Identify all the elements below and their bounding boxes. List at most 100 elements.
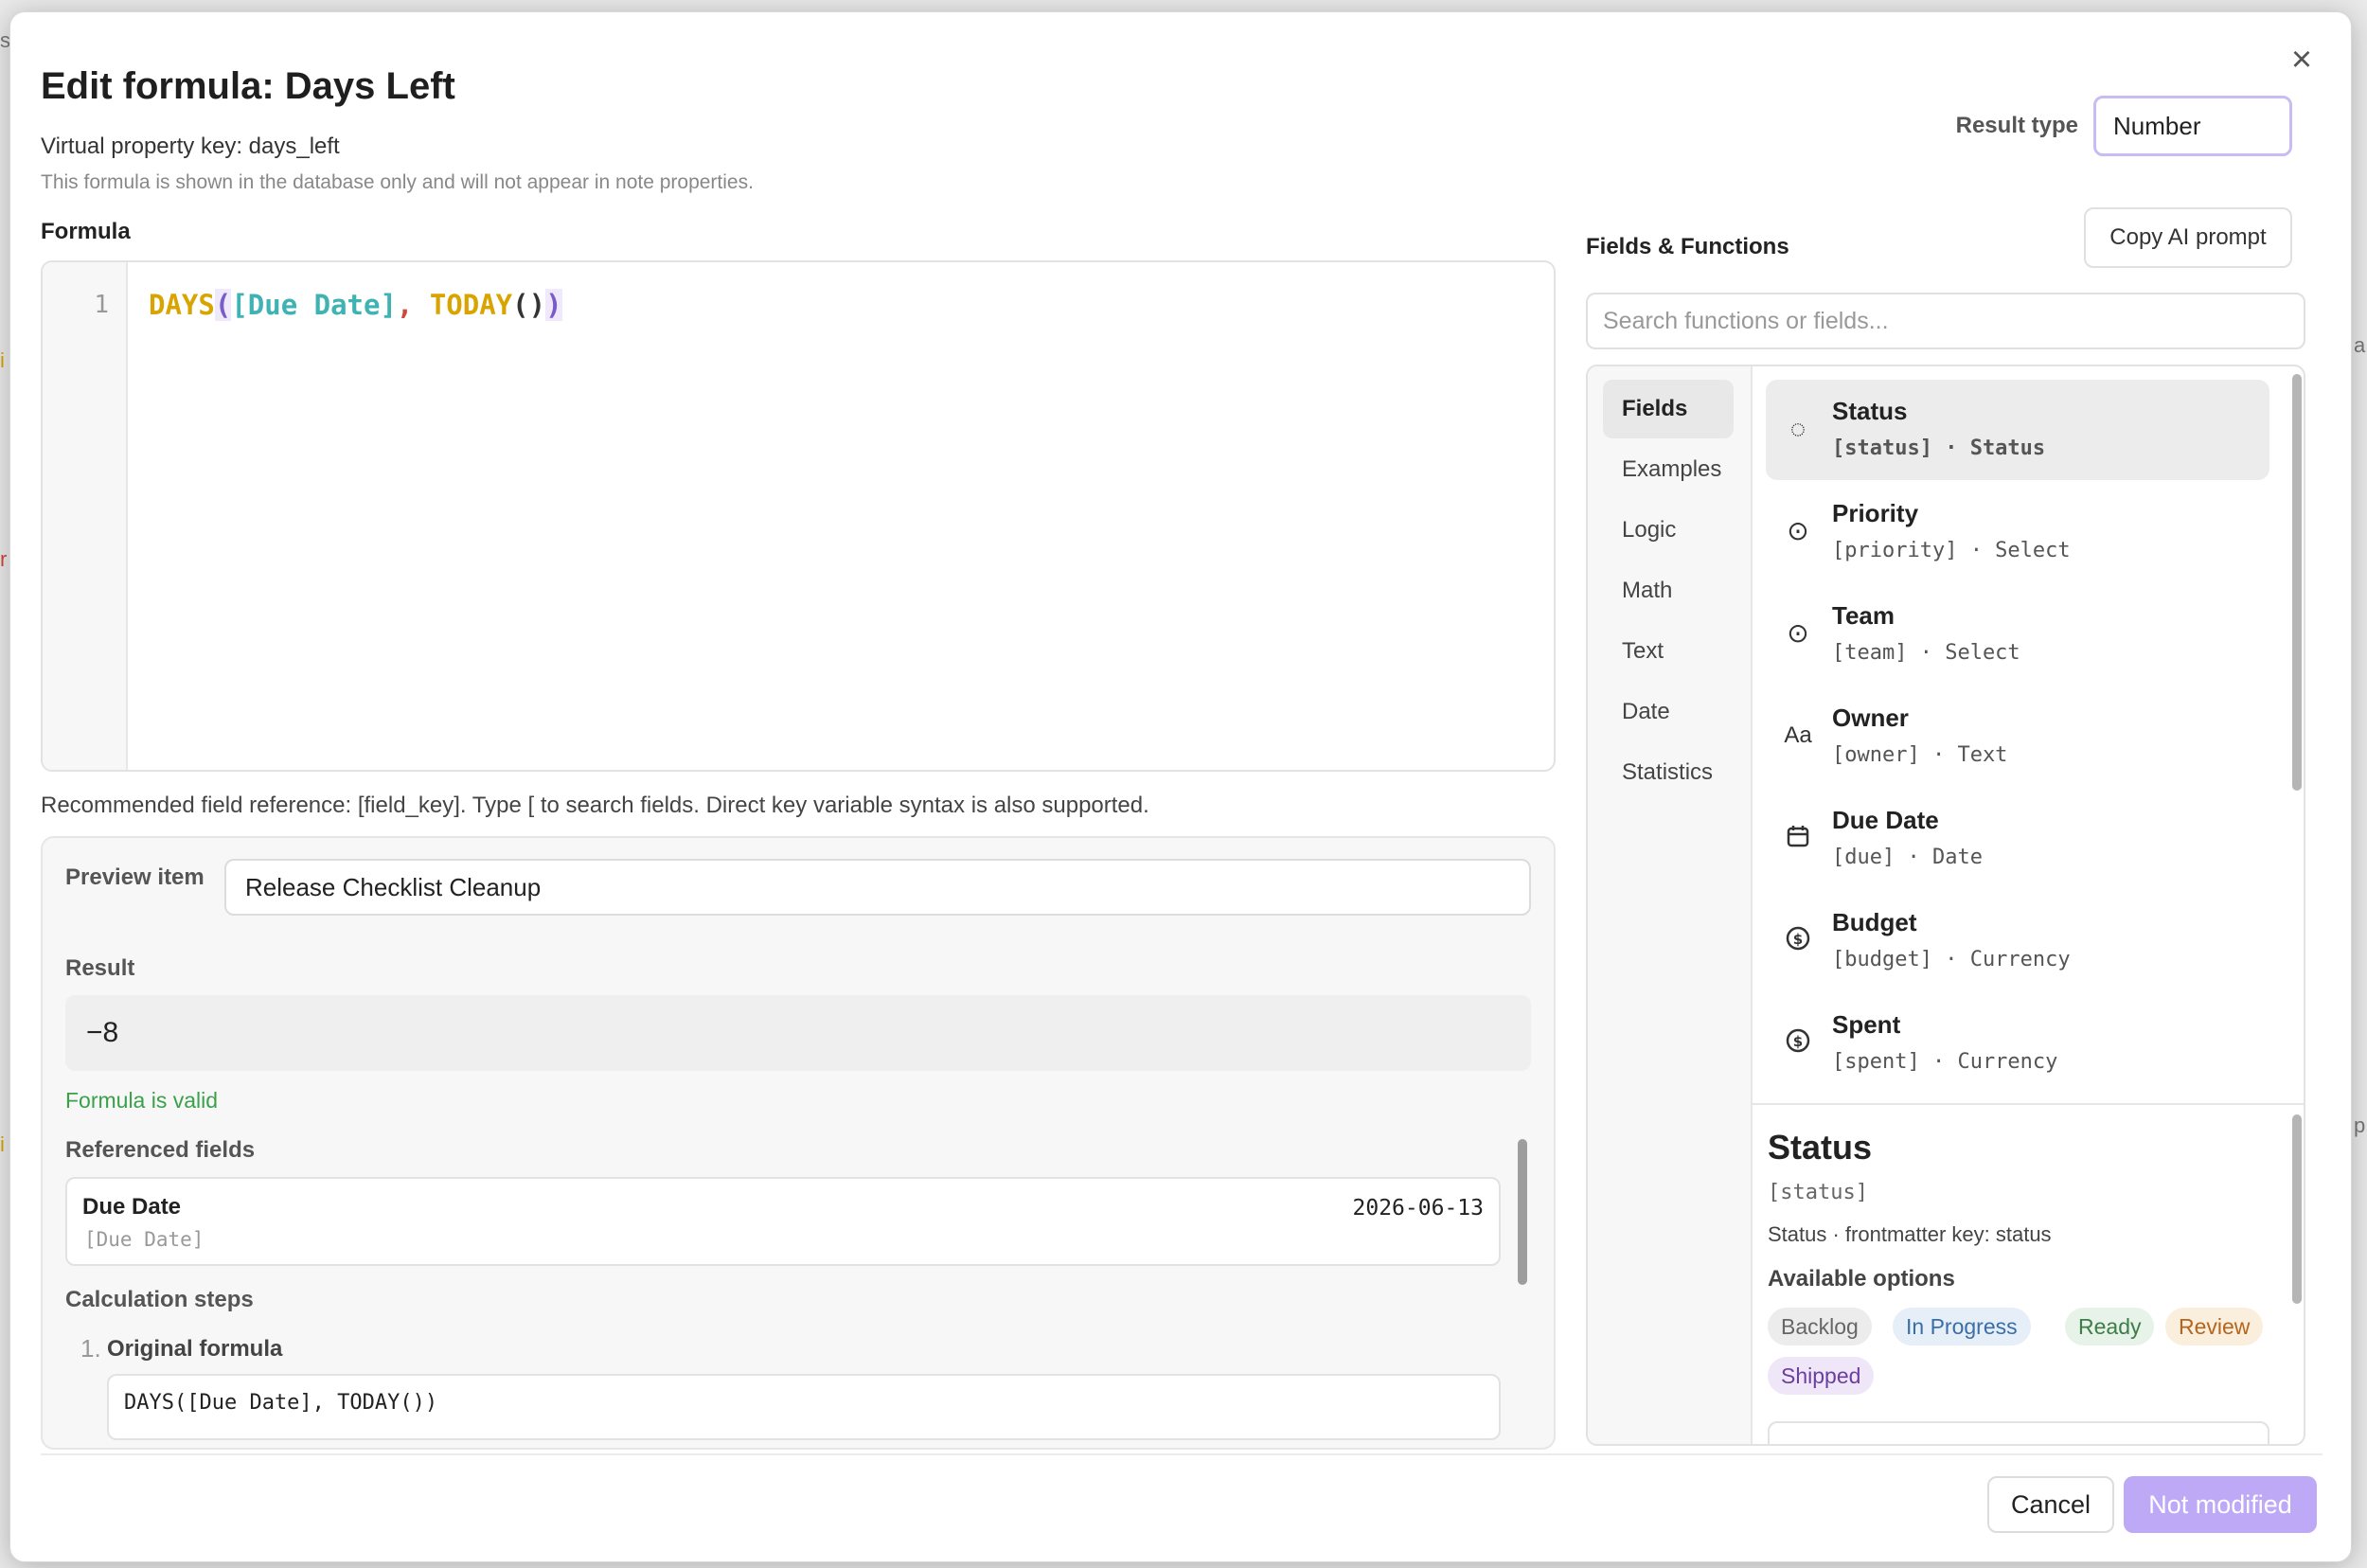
line-gutter: 1 (43, 262, 128, 770)
category-math[interactable]: Math (1603, 561, 1734, 620)
field-detail: Status [status] Status · frontmatter key… (1753, 1107, 2304, 1444)
footer-divider (41, 1453, 2323, 1455)
copy-ai-prompt-button[interactable]: Copy AI prompt (2084, 207, 2292, 268)
close-button[interactable]: × (2283, 41, 2321, 79)
category-sidebar: Fields Examples Logic Math Text Date Sta… (1588, 366, 1753, 1444)
close-icon[interactable]: × (2291, 40, 2312, 80)
result-type-label: Result type (1955, 113, 2078, 138)
detail-title: Status (1768, 1128, 1873, 1167)
save-button[interactable]: Not modified (2124, 1476, 2317, 1533)
referenced-field-value: 2026-06-13 (1352, 1196, 1484, 1221)
referenced-field-key: [Due Date] (84, 1228, 205, 1251)
field-name: Status (1832, 397, 1908, 425)
calculation-steps-label: Calculation steps (65, 1287, 254, 1312)
step-code: DAYS([Due Date], TODAY()) (107, 1374, 1501, 1440)
field-name: Budget (1832, 908, 1917, 936)
detail-key: [status] (1768, 1181, 1868, 1204)
option-chip-shipped: Shipped (1768, 1357, 1875, 1395)
field-name: Owner (1832, 704, 1909, 732)
svg-text:$: $ (1793, 931, 1803, 948)
preview-panel: Preview item Release Checklist Cleanup R… (41, 836, 1556, 1450)
step-title: Original formula (107, 1336, 283, 1362)
category-statistics[interactable]: Statistics (1603, 743, 1734, 802)
field-meta: [spent] · Currency (1832, 1050, 2058, 1074)
detail-card-partial (1768, 1421, 2269, 1444)
detail-description: Status · frontmatter key: status (1768, 1222, 2052, 1246)
field-meta: [team] · Select (1832, 641, 2020, 665)
field-item-spent[interactable]: $ Spent [spent] · Currency (1766, 993, 2269, 1094)
field-name: Due Date (1832, 806, 1939, 834)
field-item-due-date[interactable]: Due Date [due] · Date (1766, 789, 2269, 889)
dialog-title: Edit formula: Days Left (41, 65, 455, 107)
available-options-label: Available options (1768, 1266, 1955, 1292)
background-fragment: a (2354, 333, 2366, 357)
category-examples[interactable]: Examples (1603, 440, 1734, 499)
preview-item-input[interactable]: Release Checklist Cleanup (224, 859, 1531, 916)
field-name: Priority (1832, 499, 1919, 527)
field-meta: [owner] · Text (1832, 743, 2008, 767)
token-comma: , (396, 289, 430, 321)
option-chip-in-progress: In Progress (1893, 1308, 2031, 1345)
field-item-priority[interactable]: ⊙ Priority [priority] · Select (1766, 482, 2269, 582)
detail-scrollbar[interactable] (2292, 1114, 2302, 1304)
fields-functions-panel: Fields Examples Logic Math Text Date Sta… (1586, 365, 2305, 1446)
currency-icon: $ (1783, 925, 1813, 955)
field-item-budget[interactable]: $ Budget [budget] · Currency (1766, 891, 2269, 991)
field-item-status[interactable]: ◌ Status [status] · Status (1766, 380, 2269, 480)
text-icon: Aa (1784, 722, 1812, 748)
referenced-fields-label: Referenced fields (65, 1137, 256, 1163)
field-meta: [due] · Date (1832, 846, 1983, 869)
formula-label: Formula (41, 219, 131, 244)
category-fields[interactable]: Fields (1603, 380, 1734, 438)
field-name: Spent (1832, 1010, 1901, 1039)
dialog-note: This formula is shown in the database on… (41, 171, 754, 193)
field-meta: [budget] · Currency (1832, 948, 2071, 971)
field-item-team[interactable]: ⊙ Team [team] · Select (1766, 584, 2269, 685)
line-number: 1 (94, 291, 109, 319)
field-meta: [priority] · Select (1832, 539, 2071, 562)
token-paren: ( (214, 289, 232, 321)
formula-code-line[interactable]: DAYS([Due Date], TODAY()) (149, 289, 562, 321)
step-number: 1. (80, 1334, 101, 1363)
result-label: Result (65, 955, 135, 981)
referenced-field-card: Due Date [Due Date] 2026-06-13 (65, 1177, 1501, 1266)
preview-item-label: Preview item (65, 864, 205, 890)
preview-scrollbar[interactable] (1518, 1139, 1527, 1285)
background-fragment: r (0, 547, 8, 571)
background-fragment: i (0, 1132, 5, 1156)
field-item-owner[interactable]: Aa Owner [owner] · Text (1766, 686, 2269, 787)
option-chip-ready: Ready (2065, 1308, 2155, 1345)
result-type-select[interactable]: Number (2093, 96, 2292, 156)
field-meta: [status] · Status (1832, 437, 2046, 460)
currency-icon: $ (1783, 1027, 1813, 1058)
field-list-scrollbar[interactable] (2292, 374, 2302, 791)
select-icon: ⊙ (1787, 618, 1809, 648)
category-logic[interactable]: Logic (1603, 501, 1734, 560)
token-paren: () (512, 289, 546, 321)
svg-text:$: $ (1793, 1033, 1803, 1050)
token-field-ref: [Due Date] (231, 289, 397, 321)
fields-functions-title: Fields & Functions (1586, 234, 1789, 259)
edit-formula-dialog: × Edit formula: Days Left Virtual proper… (9, 11, 2352, 1562)
formula-editor[interactable]: 1 DAYS([Due Date], TODAY()) (41, 260, 1556, 772)
option-chip-backlog: Backlog (1768, 1308, 1872, 1345)
background-fragment: i (0, 348, 5, 372)
virtual-property-key: Virtual property key: days_left (41, 134, 340, 159)
token-function: TODAY (429, 289, 513, 321)
category-date[interactable]: Date (1603, 683, 1734, 741)
token-function: DAYS (149, 289, 215, 321)
option-chip-review: Review (2165, 1308, 2264, 1345)
category-text[interactable]: Text (1603, 622, 1734, 681)
referenced-field-name: Due Date (82, 1194, 182, 1220)
status-icon: ◌ (1789, 414, 1806, 443)
result-value: −8 (65, 995, 1531, 1071)
token-paren: ) (545, 289, 562, 321)
field-list: ◌ Status [status] · Status ⊙ Priority [p… (1753, 366, 2304, 1105)
formula-hint: Recommended field reference: [field_key]… (41, 793, 1149, 818)
validation-status: Formula is valid (65, 1088, 219, 1113)
cancel-button[interactable]: Cancel (1987, 1476, 2114, 1533)
field-name: Team (1832, 601, 1895, 630)
background-fragment: p (2354, 1114, 2366, 1137)
calendar-icon (1783, 823, 1813, 853)
functions-search-input[interactable]: Search functions or fields... (1586, 293, 2305, 349)
